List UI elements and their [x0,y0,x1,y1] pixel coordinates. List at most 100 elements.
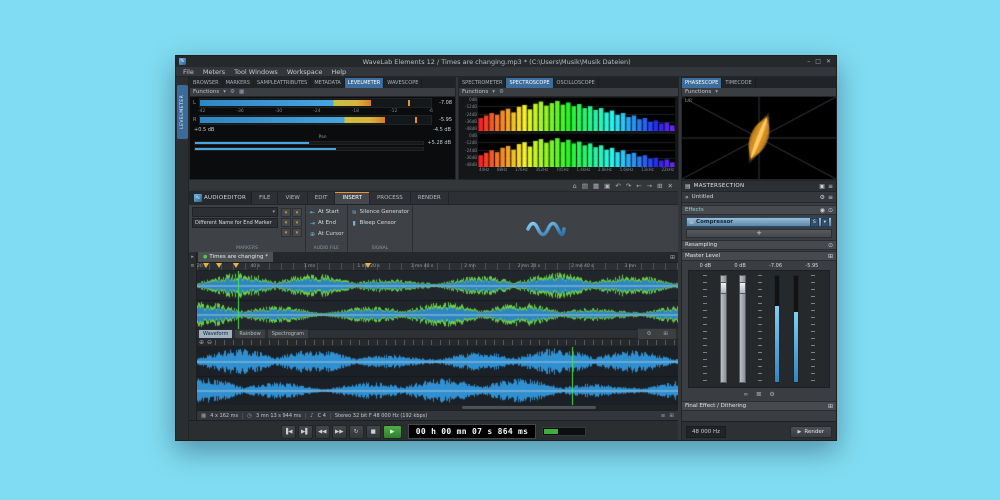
format-status[interactable]: Stereo 32 bit F 48 000 Hz (192 kbps) [335,413,427,419]
skip-end-button[interactable]: ▶▌ [298,425,313,439]
minimize-button[interactable]: – [807,58,810,65]
spectro-panel-tab[interactable]: SPECTROMETER [459,78,506,88]
silence-generator-button[interactable]: ≋ Silence Generator [351,207,410,217]
ribbon-tab[interactable]: FILE [252,192,278,204]
titlebar[interactable]: ∿ WaveLab Elements 12 / Times are changi… [176,56,836,67]
ribbon-tab[interactable]: RENDER [411,192,449,204]
marker-icon[interactable] [233,263,239,268]
ribbon-tab[interactable]: INSERT [335,192,369,204]
chevron-down-icon[interactable]: ▾ [821,218,829,227]
marker-name-combo[interactable]: ▾ [192,207,278,217]
gear-icon[interactable]: ⚙ [642,330,655,338]
frame-icon[interactable]: ▣ [819,183,825,190]
view-tab-waveform[interactable]: Waveform [198,329,233,339]
spectro-panel-tab[interactable]: OSCILLOSCOPE [554,78,599,88]
grid-icon[interactable]: ▦ [593,182,599,190]
menu-item[interactable]: Tool Windows [234,68,278,76]
menu-item[interactable]: Help [331,68,346,76]
expand-icon[interactable]: ⊞ [669,413,674,419]
meter-panel-tab[interactable]: LEVELMETER [345,78,384,88]
redo-icon[interactable]: ↷ [626,182,631,190]
rewind-button[interactable]: ◀◀ [315,425,330,439]
skip-start-button[interactable]: ▐◀ [281,425,296,439]
menu-icon[interactable]: ≡ [828,194,833,201]
gear-icon[interactable]: ⚙ [499,89,504,95]
marker-insert-button[interactable]: ▾ [281,228,291,237]
solo-button[interactable]: S [810,218,819,227]
note-status[interactable]: C 4 [318,413,326,419]
master-fader-right[interactable] [739,275,746,383]
expand-icon[interactable]: ⊞ [828,403,833,410]
side-tab-levelmeter[interactable]: LEVELMETER [177,85,188,139]
menu-icon[interactable]: ≡ [828,183,833,190]
power-icon[interactable]: ⊙ [828,207,833,214]
link-icon[interactable]: ∞ [743,391,748,398]
bleep-censor-button[interactable]: ▮ Bleep Censor [351,218,410,228]
lock-icon[interactable]: ⊠ [756,391,761,398]
forward-button[interactable]: ▶▶ [332,425,347,439]
phase-panel-tab[interactable]: TIMECODE [722,78,755,88]
add-effect-button[interactable]: + [686,229,832,238]
resampling-header[interactable]: Resampling ⊙ [682,240,836,250]
frame-icon[interactable]: ▣ [604,182,610,190]
master-section-header[interactable]: ▤ MASTERSECTION ▣ ≡ [682,181,836,192]
expand-icon[interactable]: ⊞ [828,253,833,260]
functions-menu[interactable]: Functions [685,89,711,95]
marker-insert-button[interactable]: ▾ [281,218,291,227]
menu-icon[interactable]: ≡ [190,263,194,269]
time-ruler[interactable]: 20 s40 s 1 mn1 mn 20 s 1 mn 40 s2 mn 2 m… [197,263,678,271]
waveform-main-canvas[interactable] [197,347,678,405]
power-icon[interactable]: ⊙ [828,242,833,249]
scrollbar-thumb[interactable] [462,406,597,409]
maximize-button[interactable]: □ [815,58,821,65]
waveform-overview-canvas[interactable] [197,271,678,329]
stop-button[interactable]: ■ [366,425,381,439]
view-tab-rainbow[interactable]: Rainbow [234,329,265,339]
gear-icon[interactable]: ⚙ [769,391,774,398]
meter-panel-tab[interactable]: SAMPLEATTRIBUTES [254,78,311,88]
functions-menu[interactable]: Functions [193,89,219,95]
meter-panel-tab[interactable]: BROWSER [190,78,223,88]
menu-item[interactable]: File [183,68,194,76]
master-level-header[interactable]: Master Level ⊞ [682,251,836,261]
back-icon[interactable]: ← [636,182,641,190]
marker-insert-button[interactable]: ▾ [292,208,302,217]
final-effect-header[interactable]: Final Effect / Dithering ⊞ [682,401,836,411]
at-end-button[interactable]: ⇥ At End [309,218,344,228]
at-start-button[interactable]: ⇤ At Start [309,207,344,217]
gear-icon[interactable]: ⚙ [230,89,235,95]
functions-menu[interactable]: Functions [462,89,488,95]
expand-icon[interactable]: ⊞ [657,182,662,190]
meter-panel-tab[interactable]: WAVESCOPE [384,78,422,88]
expand-icon[interactable]: ⊞ [659,330,672,338]
render-button[interactable]: ▶ Render [790,426,832,438]
forward-icon[interactable]: → [647,182,652,190]
gear-icon[interactable]: ⚙ [820,194,825,201]
effects-header[interactable]: Effects ◉ ⊙ [682,205,836,215]
close-icon[interactable]: ✕ [668,182,673,190]
marker-insert-button[interactable]: ▾ [292,228,302,237]
preset-row[interactable]: » Untitled ⚙ ≡ [682,192,836,203]
marker-icon[interactable] [203,263,209,268]
expand-icon[interactable]: ⊞ [667,254,678,261]
master-fader-left[interactable] [720,275,727,383]
menu-item[interactable]: Meters [203,68,225,76]
home-icon[interactable]: ⌂ [573,182,577,190]
grid-icon[interactable]: ▦ [239,89,244,95]
close-button[interactable]: ✕ [826,58,831,65]
loop-button[interactable]: ↻ [349,425,364,439]
marker-insert-button[interactable]: ▾ [292,218,302,227]
marker-icon[interactable] [216,263,222,268]
menu-icon[interactable]: ≡ [661,413,666,419]
zoom-status[interactable]: 4 x 162 ms [210,413,238,419]
menu-item[interactable]: Workspace [287,68,323,76]
marker-icon[interactable] [365,263,371,268]
layout-icon[interactable]: ▤ [582,182,588,190]
eye-icon[interactable]: ◉ [820,207,825,214]
undo-icon[interactable]: ↶ [615,182,620,190]
ribbon-tab[interactable]: PROCESS [370,192,411,204]
play-button[interactable]: ▶ [383,425,402,439]
effect-slot-compressor[interactable]: ≡ Compressor S ▾ [686,217,832,227]
ribbon-tab[interactable]: VIEW [278,192,307,204]
caret-icon[interactable]: ▸ [191,254,194,260]
